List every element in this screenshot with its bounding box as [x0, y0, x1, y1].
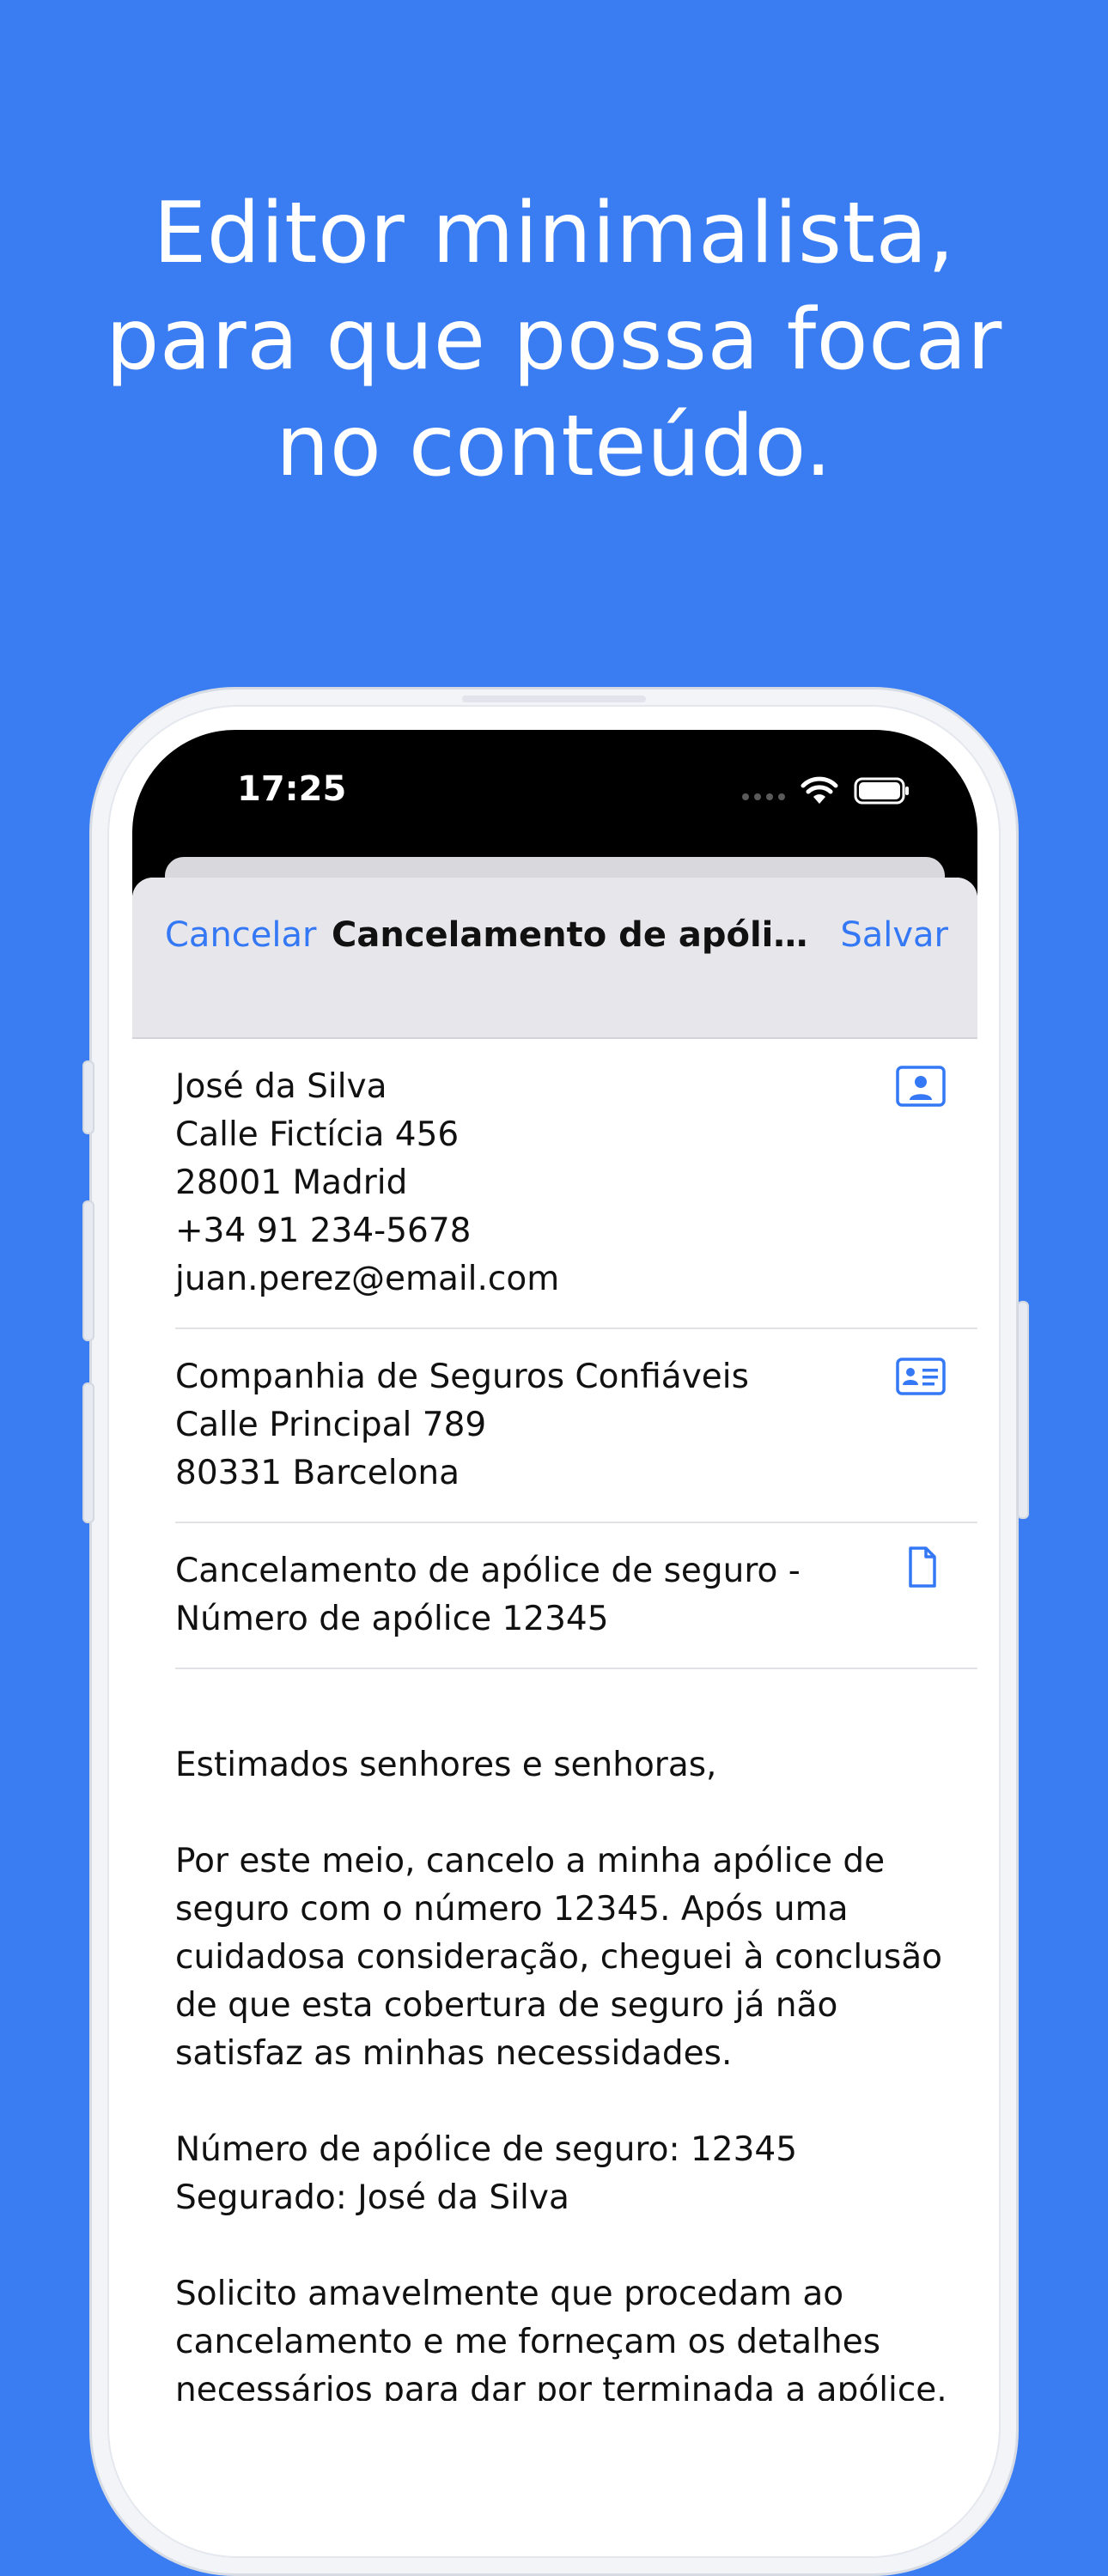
sender-line: Calle Fictícia 456: [175, 1115, 460, 1154]
sender-block[interactable]: José da Silva Calle Fictícia 456 28001 M…: [175, 1039, 977, 1329]
headline: Editor minimalista, para que possa focar…: [0, 180, 1108, 500]
body-line: Estimados senhores e senhoras,: [175, 1746, 717, 1784]
sender-line: juan.perez@email.com: [175, 1260, 560, 1298]
phone-screen: 17:25 Cancelar Cancelamento de apólice d…: [132, 730, 977, 2401]
recipient-block[interactable]: Companhia de Seguros Confiáveis Calle Pr…: [175, 1329, 977, 1523]
save-button[interactable]: Salvar: [840, 915, 948, 955]
page-title: Cancelamento de apólice de seguro: [332, 915, 809, 955]
subject-line: Cancelamento de apólice de seguro -: [175, 1552, 801, 1590]
headline-line: para que possa focar: [106, 291, 1002, 389]
letter-content: José da Silva Calle Fictícia 456 28001 M…: [132, 1039, 977, 2401]
address-card-icon[interactable]: [895, 1355, 947, 1398]
cancel-button[interactable]: Cancelar: [165, 915, 316, 955]
sender-line: José da Silva: [175, 1067, 387, 1106]
editor-sheet: Cancelar Cancelamento de apólice de segu…: [132, 878, 977, 2401]
body-line: Solicito amavelmente que procedam ao: [175, 2275, 844, 2313]
cellular-signal-icon: [742, 793, 785, 800]
document-icon[interactable]: [895, 1546, 947, 1589]
contact-icon[interactable]: [895, 1065, 947, 1108]
body-line: Segurado: José da Silva: [175, 2178, 569, 2217]
phone-speaker: [462, 696, 646, 702]
battery-icon: [854, 777, 909, 805]
subject-line: Número de apólice 12345: [175, 1600, 609, 1638]
body-line: Número de apólice de seguro: 12345: [175, 2130, 798, 2169]
phone-volume-up-button: [82, 1200, 94, 1341]
body-line: cuidadosa consideração, cheguei à conclu…: [175, 1938, 942, 1977]
body-line: cancelamento e me forneçam os detalhes: [175, 2323, 881, 2361]
recipient-line: Companhia de Seguros Confiáveis: [175, 1358, 749, 1396]
body-line: de que esta cobertura de seguro já não: [175, 1986, 838, 2025]
recipient-line: 80331 Barcelona: [175, 1454, 460, 1492]
body-line: satisfaz as minhas necessidades.: [175, 2034, 733, 2073]
body-line: necessários para dar por terminada a apó…: [175, 2371, 947, 2401]
headline-line: Editor minimalista,: [153, 185, 955, 283]
subject-block[interactable]: Cancelamento de apólice de seguro - Núme…: [175, 1523, 977, 1669]
headline-line: no conteúdo.: [276, 398, 832, 495]
wifi-icon: [801, 776, 838, 804]
sender-line: +34 91 234-5678: [175, 1212, 472, 1250]
status-time: 17:25: [237, 769, 347, 809]
body-line: Por este meio, cancelo a minha apólice d…: [175, 1842, 886, 1880]
status-icons: [742, 776, 910, 805]
recipient-line: Calle Principal 789: [175, 1406, 487, 1444]
body-line: seguro com o número 12345. Após uma: [175, 1890, 849, 1929]
phone-action-button: [82, 1060, 94, 1134]
phone-volume-down-button: [82, 1382, 94, 1523]
navigation-bar: Cancelar Cancelamento de apólice de segu…: [132, 878, 977, 1039]
sender-line: 28001 Madrid: [175, 1163, 408, 1202]
letter-body[interactable]: Estimados senhores e senhoras, Por este …: [175, 1669, 977, 2401]
phone-power-button: [1017, 1301, 1029, 1519]
